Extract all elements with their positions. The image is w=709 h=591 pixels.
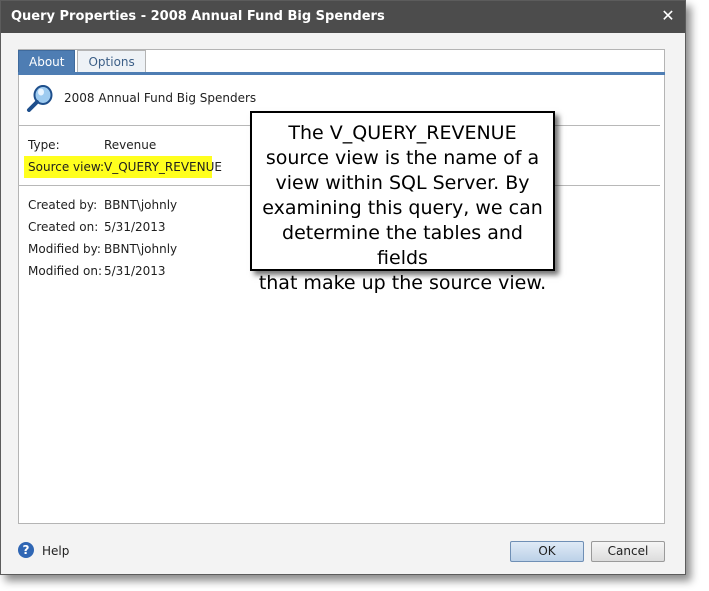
source-view-label: Source view: (28, 160, 105, 174)
modified-on-value: 5/31/2013 (104, 264, 166, 278)
type-value: Revenue (104, 138, 157, 152)
magnifier-query-icon (27, 85, 53, 112)
help-link[interactable]: Help (42, 544, 69, 558)
help-icon[interactable]: ? (18, 542, 34, 558)
tab-bar: About Options (18, 50, 146, 73)
type-label: Type: (28, 138, 60, 152)
tab-strip (18, 72, 665, 75)
title-bar: Query Properties - 2008 Annual Fund Big … (1, 1, 685, 33)
tab-options[interactable]: Options (77, 50, 146, 73)
cancel-button[interactable]: Cancel (591, 541, 665, 562)
annotation-callout: The V_QUERY_REVENUE source view is the n… (250, 111, 555, 294)
close-icon[interactable]: ✕ (661, 8, 675, 24)
modified-on-label: Modified on: (28, 264, 103, 278)
callout-text: The V_QUERY_REVENUE source view is the n… (258, 122, 547, 294)
created-on-label: Created on: (28, 220, 99, 234)
query-name: 2008 Annual Fund Big Spenders (64, 91, 257, 105)
modified-by-value: BBNT\johnly (104, 242, 178, 256)
source-view-value: V_QUERY_REVENUE (104, 160, 222, 174)
ok-button[interactable]: OK (510, 541, 584, 562)
created-on-value: 5/31/2013 (104, 220, 166, 234)
dialog-title: Query Properties - 2008 Annual Fund Big … (11, 9, 385, 24)
created-by-label: Created by: (28, 198, 98, 212)
created-by-value: BBNT\johnly (104, 198, 178, 212)
tab-about[interactable]: About (18, 50, 76, 73)
modified-by-label: Modified by: (28, 242, 101, 256)
